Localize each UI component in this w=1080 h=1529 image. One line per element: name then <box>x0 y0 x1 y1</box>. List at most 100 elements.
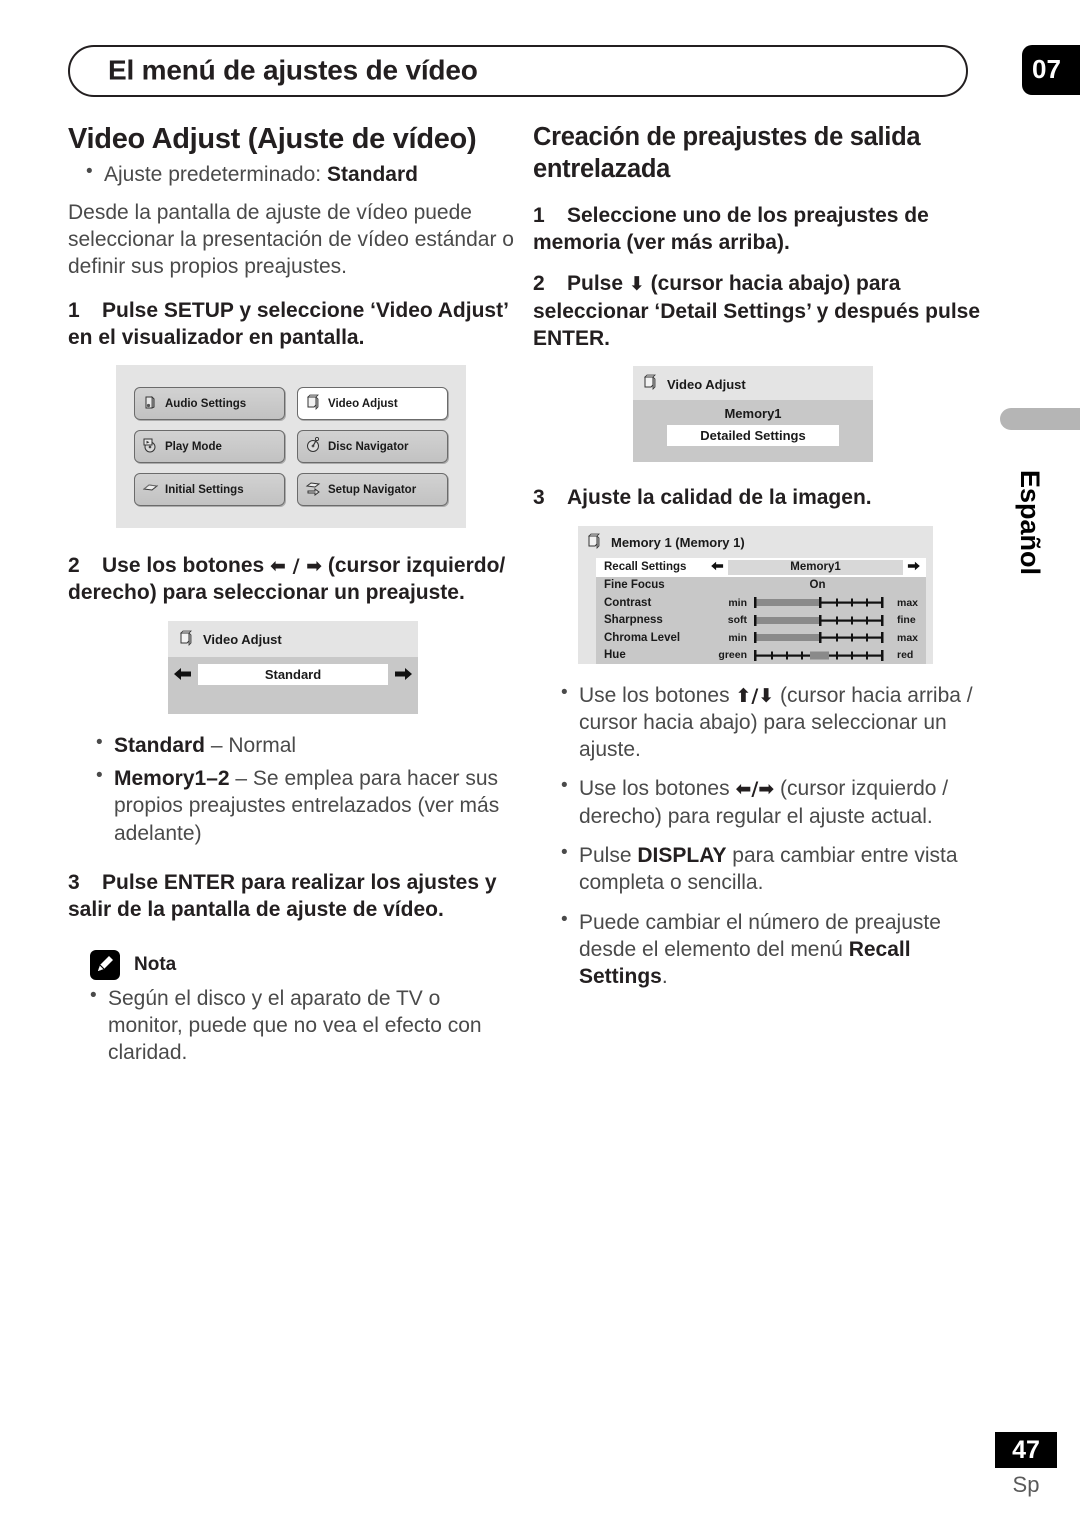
initial-settings-icon <box>142 480 159 499</box>
preset-bullet-standard-desc: Normal <box>228 733 297 757</box>
preset-bullet-list: Standard – Normal Memory1–2 – Se emplea … <box>68 731 518 847</box>
menu-cell-initial-settings[interactable]: Initial Settings <box>134 473 285 507</box>
page-number-label: 47 <box>1012 1436 1040 1464</box>
osd-video-adjust-title: Video Adjust <box>178 630 408 650</box>
right-step-3-text: Ajuste la calidad de la imagen. <box>567 486 872 510</box>
page-title: El menú de ajustes de vídeo <box>108 54 478 86</box>
right-step-3: 3 Ajuste la calidad de la imagen. <box>533 484 983 511</box>
right-step-2-text-a: Pulse <box>567 272 629 296</box>
preset-bullet-memory-dash: – <box>229 767 253 791</box>
left-step-2: 2 Use los botones ⬅ / ➡ (cursor izquierdo… <box>68 552 518 607</box>
osd-detailed-settings-item[interactable]: Detailed Settings <box>667 425 839 447</box>
menu-cell-setup-navigator[interactable]: Setup Navigator <box>297 473 448 507</box>
detail-row-hue[interactable]: Hue green red <box>596 647 926 665</box>
osd-preset-selector-strip: Standard <box>168 656 418 714</box>
language-tab-marker <box>1000 408 1080 430</box>
menu-cell-label: Audio Settings <box>165 397 247 410</box>
menu-cell-label: Disc Navigator <box>328 440 409 453</box>
default-setting-value: Standard <box>326 163 418 187</box>
menu-cell-label: Play Mode <box>165 440 222 453</box>
osd-memory-title-label: Video Adjust <box>667 376 746 392</box>
detail-row-value: On <box>809 579 826 592</box>
left-right-arrow-icons: ⬅ / ➡ <box>270 555 323 578</box>
right-step-1: 1 Seleccione uno de los preajustes de mem… <box>533 202 983 257</box>
contrast-slider[interactable] <box>752 596 892 609</box>
note-label: Nota <box>134 953 177 975</box>
right-bullet-1-pre: Use los botones <box>579 683 736 707</box>
left-step-3-number: 3 <box>68 870 80 894</box>
down-arrow-icon: ⬇ <box>628 273 645 296</box>
left-section-heading: Video Adjust (Ajuste de vídeo) <box>68 123 477 155</box>
arrow-left-icon[interactable] <box>709 559 726 576</box>
right-step-1-number: 1 <box>533 203 545 227</box>
menu-cell-audio-settings[interactable]: Audio Settings <box>134 387 285 421</box>
detail-row-recall-settings[interactable]: Recall Settings Memory1 <box>596 557 926 577</box>
osd-memory-strip: Memory1 Detailed Settings <box>633 400 873 463</box>
detail-row-min-label: green <box>718 649 747 662</box>
disc-icon <box>305 437 322 456</box>
setup-navigator-icon <box>305 480 322 499</box>
note-text: Según el disco y el aparato de TV o moni… <box>68 984 518 1067</box>
arrow-right-icon[interactable] <box>392 664 414 684</box>
detail-row-label: Recall Settings <box>604 561 687 574</box>
pencil-icon <box>90 949 120 980</box>
osd-detail-title: Memory 1 (Memory 1) <box>586 533 925 553</box>
right-section-heading: Creación de preajustes de salida entrela… <box>533 123 921 183</box>
osd-detail-rows: Recall Settings Memory1 Fine Focus On Co… <box>596 557 926 665</box>
detail-row-value[interactable]: Memory1 <box>728 559 903 575</box>
detail-row-sharpness[interactable]: Sharpness soft fine <box>596 612 926 630</box>
video-icon <box>305 394 322 413</box>
video-icon <box>178 630 196 650</box>
detail-row-min-label: min <box>728 596 747 609</box>
arrow-right-icon[interactable] <box>905 559 922 576</box>
detail-row-max-label: max <box>897 631 919 644</box>
detail-row-max-label: max <box>897 596 919 609</box>
chroma-level-slider[interactable] <box>752 631 892 644</box>
preset-bullet-memory: Memory1–2 – Se emplea para hacer sus pro… <box>68 764 518 847</box>
left-column: Video Adjust (Ajuste de vídeo) Ajuste pr… <box>68 122 518 1070</box>
right-step-2: 2 Pulse ⬇ (cursor hacia abajo) para selec… <box>533 270 983 352</box>
arrow-left-icon[interactable] <box>172 664 194 684</box>
menu-cell-disc-navigator[interactable]: Disc Navigator <box>297 430 448 464</box>
language-tab-label: Español <box>1015 470 1045 576</box>
audio-icon <box>142 394 159 413</box>
right-bullet-3: Pulse DISPLAY para cambiar entre vista c… <box>533 841 983 897</box>
page-number-badge: 47 <box>995 1432 1057 1468</box>
osd-memory-title: Video Adjust <box>642 374 864 394</box>
right-bullet-4: Puede cambiar el número de preajuste des… <box>533 908 983 991</box>
osd-detail-settings-graphic: Memory 1 (Memory 1) Recall Settings Memo… <box>578 525 933 665</box>
osd-preset-value[interactable]: Standard <box>198 663 388 685</box>
right-bullet-3-bold: DISPLAY <box>637 844 727 868</box>
osd-video-adjust-graphic: Video Adjust Standard <box>168 620 418 714</box>
osd-memory-label: Memory1 <box>724 406 782 422</box>
chapter-header-bar: El menú de ajustes de vídeo <box>68 45 968 97</box>
left-intro-paragraph: Desde la pantalla de ajuste de vídeo pue… <box>68 200 514 279</box>
video-icon <box>642 374 660 394</box>
sharpness-slider[interactable] <box>752 614 892 627</box>
left-step-1-text: Pulse SETUP y seleccione ‘Video Adjust’ … <box>68 298 508 349</box>
right-step-1-text: Seleccione uno de los preajustes de memo… <box>533 203 929 255</box>
detail-row-contrast[interactable]: Contrast min max <box>596 594 926 612</box>
menu-cell-play-mode[interactable]: Play Mode <box>134 430 285 464</box>
menu-cell-video-adjust[interactable]: Video Adjust <box>297 387 448 421</box>
detail-row-fine-focus[interactable]: Fine Focus On <box>596 577 926 595</box>
right-bullet-2: Use los botones ⬅/➡ (cursor izquierdo / … <box>533 774 983 830</box>
left-step-1-number: 1 <box>68 298 80 322</box>
menu-cell-label: Initial Settings <box>165 483 244 496</box>
osd-detail-title-label: Memory 1 (Memory 1) <box>611 535 745 551</box>
hue-slider[interactable] <box>752 649 892 662</box>
detail-row-chroma-level[interactable]: Chroma Level min max <box>596 629 926 647</box>
chapter-number-badge: 07 <box>1022 45 1080 95</box>
detail-row-label: Contrast <box>604 596 652 609</box>
left-step-3-text: Pulse ENTER para realizar los ajustes y … <box>68 870 497 922</box>
osd-menu-grid: Audio Settings Video Adjust Play Mode Di… <box>134 387 448 507</box>
note-block: Nota Según el disco y el aparato de TV o… <box>68 949 518 1067</box>
detail-row-label: Sharpness <box>604 614 663 627</box>
detail-row-label: Hue <box>604 649 626 662</box>
footer-language-code: Sp <box>1012 1472 1040 1497</box>
preset-bullet-standard: Standard – Normal <box>68 731 518 759</box>
default-setting-bullet: Ajuste predeterminado: Standard <box>68 160 518 188</box>
menu-cell-label: Video Adjust <box>328 397 398 410</box>
chapter-number-label: 07 <box>1032 53 1061 84</box>
menu-cell-label: Setup Navigator <box>328 483 417 496</box>
